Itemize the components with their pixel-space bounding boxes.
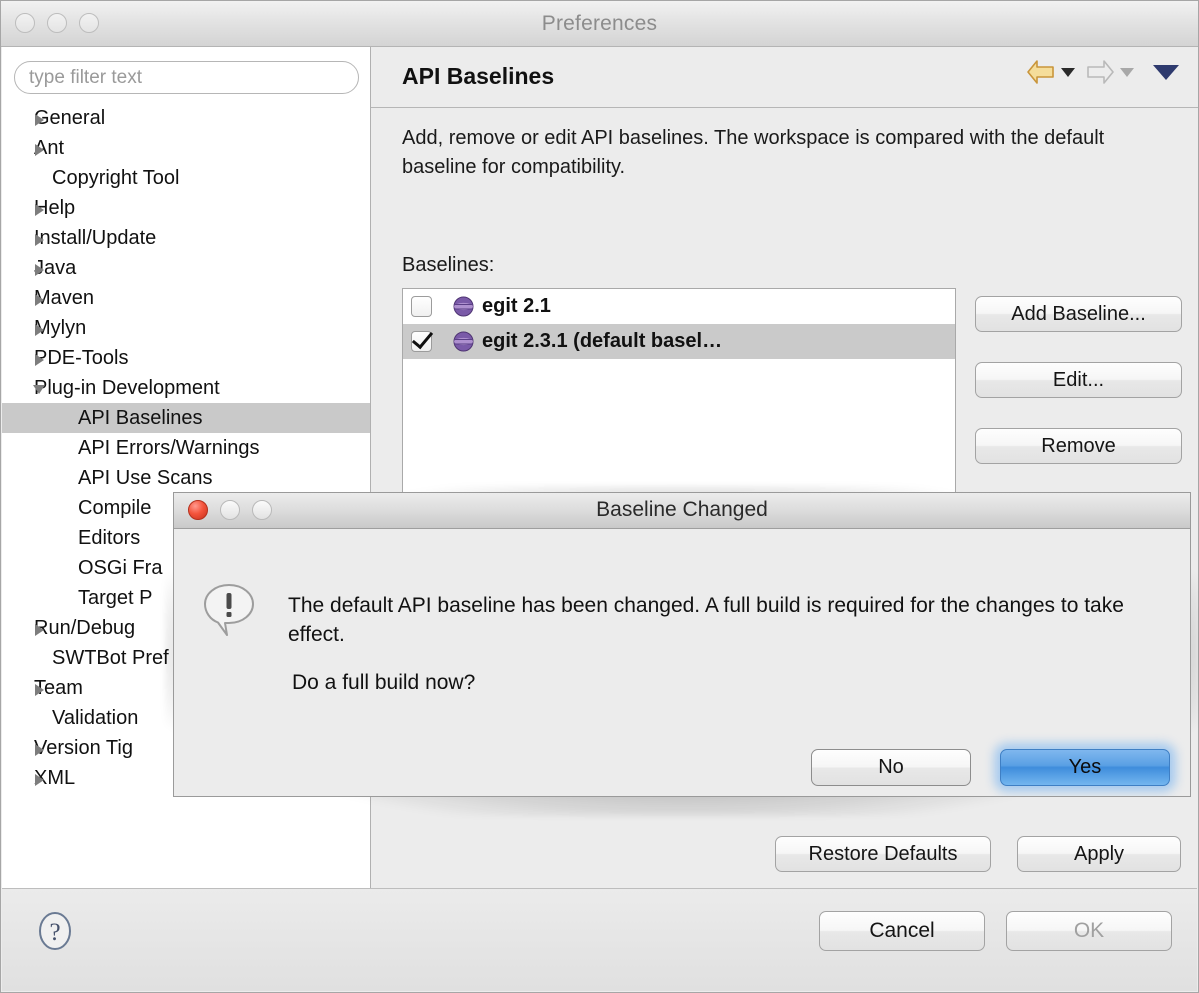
- chevron-right-icon[interactable]: [35, 114, 44, 126]
- baselines-label: Baselines:: [402, 254, 495, 276]
- forward-arrow-icon: [1085, 59, 1115, 85]
- content-header: API Baselines: [371, 47, 1198, 108]
- chevron-right-icon[interactable]: [35, 204, 44, 216]
- sidebar-item-label: Editors: [78, 527, 141, 549]
- chevron-right-icon[interactable]: [35, 234, 44, 246]
- sidebar-item-general[interactable]: General: [2, 103, 370, 133]
- chevron-right-icon[interactable]: [35, 744, 44, 756]
- dialog-question: Do a full build now?: [292, 671, 476, 694]
- cancel-button[interactable]: Cancel: [819, 911, 985, 951]
- chevron-right-icon[interactable]: [35, 624, 44, 636]
- sidebar-item-copyright-tool[interactable]: Copyright Tool: [2, 163, 370, 193]
- baseline-changed-dialog: Baseline Changed The default API baselin…: [173, 492, 1191, 797]
- sidebar-item-label: SWTBot Pref: [52, 647, 169, 669]
- baseline-label: egit 2.1: [482, 295, 551, 317]
- sidebar-item-label: Target P: [78, 587, 153, 609]
- plugin-sphere-icon: [452, 330, 475, 353]
- sidebar-item-label: OSGi Fra: [78, 557, 163, 579]
- sidebar-item-label: General: [34, 107, 106, 129]
- restore-defaults-button[interactable]: Restore Defaults: [775, 836, 991, 872]
- yes-button[interactable]: Yes: [1000, 749, 1170, 786]
- edit-baseline-button[interactable]: Edit...: [975, 362, 1182, 398]
- baselines-action-buttons: Add Baseline... Edit... Remove: [975, 296, 1182, 494]
- sidebar-item-label: Compile: [78, 497, 152, 519]
- forward-dropdown-caret-icon: [1120, 67, 1134, 77]
- window-footer: ? Cancel OK: [2, 888, 1197, 991]
- add-baseline-button[interactable]: Add Baseline...: [975, 296, 1182, 332]
- sidebar-item-api-errors-warnings[interactable]: API Errors/Warnings: [2, 433, 370, 463]
- sidebar-item-label: Install/Update: [34, 227, 157, 249]
- chevron-right-icon[interactable]: [35, 354, 44, 366]
- sidebar-item-help[interactable]: Help: [2, 193, 370, 223]
- remove-baseline-button[interactable]: Remove: [975, 428, 1182, 464]
- plugin-sphere-icon: [452, 295, 475, 318]
- dialog-title: Baseline Changed: [596, 498, 768, 521]
- baseline-row[interactable]: egit 2.1: [403, 289, 955, 324]
- ok-button: OK: [1006, 911, 1172, 951]
- baseline-label: egit 2.3.1 (default basel…: [482, 330, 723, 352]
- yes-button-wrapper: Yes: [994, 743, 1176, 792]
- help-question-icon[interactable]: ?: [35, 911, 75, 951]
- sidebar-item-label: Copyright Tool: [52, 167, 180, 189]
- page-title: API Baselines: [402, 63, 555, 89]
- dialog-titlebar: Baseline Changed: [174, 493, 1190, 529]
- sidebar-item-label: PDE-Tools: [34, 347, 129, 369]
- sidebar-item-java[interactable]: Java: [2, 253, 370, 283]
- warning-speech-bubble-icon: [201, 581, 257, 637]
- no-button[interactable]: No: [811, 749, 971, 786]
- sidebar-item-label: API Errors/Warnings: [78, 437, 260, 459]
- window-titlebar: Preferences: [1, 1, 1198, 47]
- chevron-right-icon[interactable]: [35, 324, 44, 336]
- chevron-right-icon[interactable]: [35, 684, 44, 696]
- search-input[interactable]: [14, 61, 359, 94]
- dialog-message: The default API baseline has been change…: [288, 594, 1124, 646]
- sidebar-item-label: Version Tig: [34, 737, 133, 759]
- baseline-checkbox[interactable]: [411, 331, 432, 352]
- sidebar-item-install-update[interactable]: Install/Update: [2, 223, 370, 253]
- apply-button[interactable]: Apply: [1017, 836, 1181, 872]
- chevron-right-icon[interactable]: [35, 774, 44, 786]
- sidebar-item-label: Plug-in Development: [34, 377, 220, 399]
- sidebar-item-label: Run/Debug: [34, 617, 136, 639]
- chevron-right-icon[interactable]: [35, 264, 44, 276]
- chevron-down-icon[interactable]: [33, 385, 45, 394]
- baseline-row[interactable]: egit 2.3.1 (default basel…: [403, 324, 955, 359]
- filter-field-wrapper: [2, 47, 370, 94]
- sidebar-item-ant[interactable]: Ant: [2, 133, 370, 163]
- page-action-buttons: Restore Defaults Apply: [775, 836, 1181, 872]
- back-dropdown-caret-icon[interactable]: [1061, 67, 1075, 77]
- sidebar-item-api-baselines[interactable]: API Baselines: [2, 403, 370, 433]
- dialog-buttons: No Yes: [811, 743, 1176, 792]
- sidebar-item-pde-tools[interactable]: PDE-Tools: [2, 343, 370, 373]
- sidebar-item-mylyn[interactable]: Mylyn: [2, 313, 370, 343]
- back-arrow-icon[interactable]: [1026, 59, 1056, 85]
- window-title: Preferences: [541, 12, 658, 35]
- sidebar-item-plug-in-development[interactable]: Plug-in Development: [2, 373, 370, 403]
- view-menu-caret-icon[interactable]: [1153, 64, 1179, 80]
- screen-root: Preferences General Ant Copyright Tool Help…: [0, 0, 1199, 993]
- dialog-body: The default API baseline has been change…: [174, 529, 1190, 796]
- navigation-icons: [1026, 59, 1179, 85]
- baseline-checkbox[interactable]: [411, 296, 432, 317]
- sidebar-item-label: API Baselines: [78, 407, 203, 429]
- page-description: Add, remove or edit API baselines. The w…: [402, 127, 1105, 178]
- sidebar-item-maven[interactable]: Maven: [2, 283, 370, 313]
- dialog-action-buttons: Cancel OK: [819, 911, 1172, 951]
- chevron-right-icon[interactable]: [35, 294, 44, 306]
- svg-text:?: ?: [49, 919, 60, 946]
- chevron-right-icon[interactable]: [35, 144, 44, 156]
- sidebar-item-label: Validation: [52, 707, 139, 729]
